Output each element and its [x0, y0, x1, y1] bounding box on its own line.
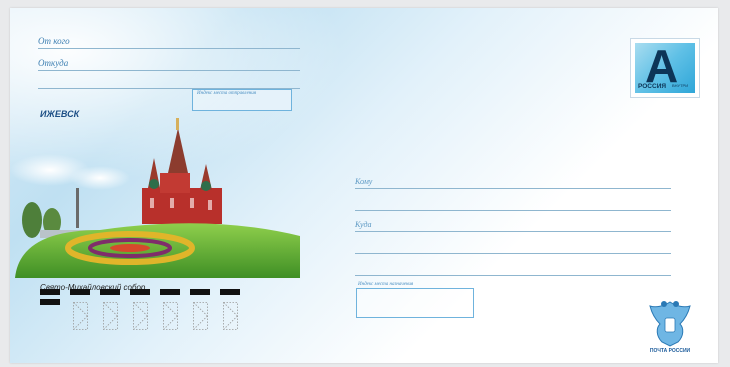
postcode-dash	[100, 289, 120, 295]
recipient-line-2	[355, 198, 671, 211]
postcode-dash	[70, 289, 90, 295]
post-logo-text: ПОЧТА РОССИИ	[649, 348, 691, 354]
stamp-face: А РОССИЯ ВНУТРИ	[635, 40, 695, 93]
envelope: От кого Откуда Индекс места отправления …	[10, 8, 718, 363]
where-from-label: Откуда	[38, 58, 69, 68]
cathedral-icon	[142, 118, 222, 224]
stamp-small-text: ВНУТРИ	[672, 83, 689, 88]
postcode-digit-grid	[193, 302, 208, 330]
to-label: Кому	[355, 177, 373, 186]
sender-index-box: Индекс места отправления	[192, 89, 292, 111]
sender-index-label: Индекс места отправления	[197, 91, 257, 96]
postcode-dash	[40, 289, 60, 295]
postcode-digit-grid	[73, 302, 88, 330]
cathedral-illustration	[10, 118, 300, 278]
where-from-line: Откуда	[38, 56, 300, 71]
postcode-dash	[160, 289, 180, 295]
postcode-dash	[190, 289, 210, 295]
russian-post-logo: ПОЧТА РОССИИ	[646, 298, 694, 358]
postcode-digit-grid	[163, 302, 178, 330]
to-line: Кому	[355, 176, 671, 189]
eagle-emblem-icon	[649, 301, 691, 347]
postcode-dash	[40, 299, 60, 305]
postcode-dash	[220, 289, 240, 295]
where-to-label: Куда	[355, 220, 372, 229]
stamp-country: РОССИЯ	[638, 83, 667, 90]
postage-stamp: А РОССИЯ ВНУТРИ	[630, 38, 700, 98]
postcode-digit-grid	[223, 302, 238, 330]
from-label: От кого	[38, 36, 70, 46]
postcode-digit-grid	[133, 302, 148, 330]
recipient-index-box	[356, 288, 474, 318]
postcode-dash	[130, 289, 150, 295]
recipient-line-4	[355, 241, 671, 254]
postcode-digit-grid	[103, 302, 118, 330]
recipient-line-5	[355, 263, 671, 276]
from-line: От кого	[38, 34, 300, 49]
where-to-line: Куда	[355, 219, 671, 232]
recipient-index-label: Индекс места назначения	[358, 282, 414, 287]
